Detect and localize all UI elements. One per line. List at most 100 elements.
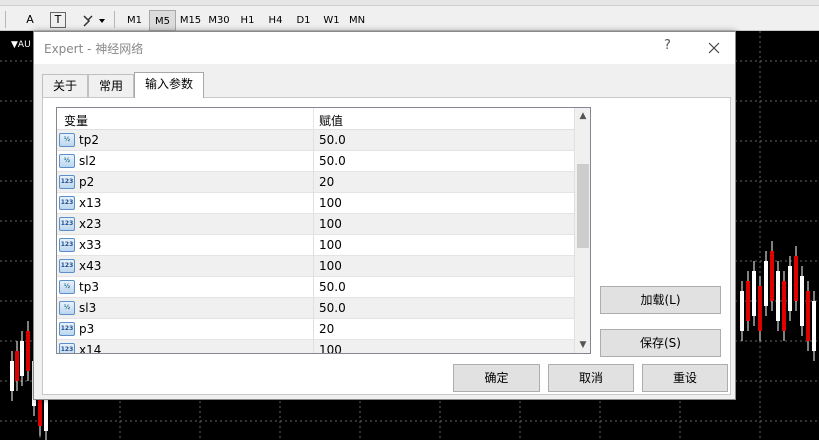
- parameter-value[interactable]: 100: [319, 259, 342, 273]
- candle-body: [752, 271, 756, 316]
- parameter-value[interactable]: 100: [319, 217, 342, 231]
- double-type-icon: ½: [59, 133, 75, 147]
- candle-body: [794, 256, 798, 301]
- table-scrollbar[interactable]: ▲ ▼: [574, 108, 590, 353]
- column-divider: [313, 108, 314, 130]
- timeframe-mn-button[interactable]: MN: [346, 10, 368, 31]
- load-button[interactable]: 加载(L): [600, 286, 721, 314]
- parameter-name: p2: [79, 175, 95, 189]
- candle-body: [806, 291, 810, 341]
- timeframe-w1-button[interactable]: W1: [318, 10, 345, 31]
- table-row[interactable]: ½ sl3 50.0: [57, 298, 574, 319]
- table-row[interactable]: 123 p2 20: [57, 172, 574, 193]
- parameter-value[interactable]: 50.0: [319, 280, 346, 294]
- toolbar-separator: [114, 11, 115, 28]
- int-type-icon: 123: [59, 238, 75, 252]
- int-type-icon: 123: [59, 217, 75, 231]
- int-type-icon: 123: [59, 343, 75, 353]
- candle-body: [770, 251, 774, 301]
- parameter-value[interactable]: 100: [319, 238, 342, 252]
- parameter-value[interactable]: 50.0: [319, 133, 346, 147]
- table-row[interactable]: 123 x43 100: [57, 256, 574, 277]
- candle-body: [15, 351, 19, 381]
- help-button[interactable]: ?: [664, 38, 671, 53]
- column-header-variable[interactable]: 变量: [64, 112, 88, 129]
- parameter-name: x14: [79, 343, 102, 354]
- candle-body: [812, 301, 816, 351]
- parameter-name: tp3: [79, 280, 99, 294]
- column-divider: [313, 130, 314, 151]
- parameter-value[interactable]: 100: [319, 196, 342, 210]
- close-button[interactable]: [702, 36, 726, 60]
- column-divider: [313, 319, 314, 340]
- scroll-down-icon[interactable]: ▼: [575, 337, 590, 353]
- parameter-name: x13: [79, 196, 102, 210]
- ok-button[interactable]: 确定: [453, 364, 540, 392]
- timeframe-m5-button[interactable]: M5: [149, 10, 176, 31]
- column-divider: [313, 298, 314, 319]
- text-tool-button[interactable]: A: [22, 10, 38, 30]
- scrollbar-thumb[interactable]: [577, 164, 589, 248]
- column-divider: [313, 340, 314, 353]
- timeframe-m15-button[interactable]: M15: [177, 10, 204, 31]
- candle-body: [800, 276, 804, 326]
- toolbar-top-strip: [0, 0, 819, 6]
- parameter-name: tp2: [79, 133, 99, 147]
- int-type-icon: 123: [59, 196, 75, 210]
- text-label-tool-button[interactable]: T: [50, 12, 66, 28]
- timeframe-h4-button[interactable]: H4: [262, 10, 289, 31]
- table-row[interactable]: 123 x23 100: [57, 214, 574, 235]
- column-divider: [313, 214, 314, 235]
- timeframe-h1-button[interactable]: H1: [234, 10, 261, 31]
- save-button[interactable]: 保存(S): [600, 329, 721, 357]
- parameter-value[interactable]: 20: [319, 322, 334, 336]
- tab-input-parameters[interactable]: 输入参数: [134, 72, 204, 98]
- parameter-name: x43: [79, 259, 102, 273]
- tab-about[interactable]: 关于: [42, 74, 88, 97]
- arrows-tool-button[interactable]: [80, 10, 108, 30]
- candle-body: [776, 271, 780, 321]
- parameter-name: p3: [79, 322, 95, 336]
- parameter-name: sl2: [79, 154, 97, 168]
- candle-body: [20, 341, 24, 376]
- double-type-icon: ½: [59, 280, 75, 294]
- parameter-name: sl3: [79, 301, 97, 315]
- toolbar-separator: [5, 11, 6, 28]
- table-header: 变量 赋值: [57, 108, 574, 130]
- cancel-button[interactable]: 取消: [548, 364, 634, 392]
- candle-body: [26, 331, 30, 371]
- chart-symbol-label: ▼AU: [11, 40, 31, 50]
- candle-body: [788, 266, 792, 311]
- timeframe-m30-button[interactable]: M30: [205, 10, 233, 31]
- table-row[interactable]: ½ tp3 50.0: [57, 277, 574, 298]
- column-divider: [313, 277, 314, 298]
- parameter-value[interactable]: 20: [319, 175, 334, 189]
- parameters-table: 变量 赋值 ½ tp2 50.0 ½ sl2 50.0 123 p2 20 123 x13 100 12…: [56, 107, 591, 354]
- tab-common[interactable]: 常用: [88, 74, 134, 97]
- candle-body: [740, 291, 744, 331]
- table-row[interactable]: 123 x14 100: [57, 340, 574, 354]
- close-icon: [708, 42, 720, 54]
- int-type-icon: 123: [59, 259, 75, 273]
- candle-body: [758, 286, 762, 331]
- table-row[interactable]: ½ tp2 50.0: [57, 130, 574, 151]
- parameter-value[interactable]: 50.0: [319, 154, 346, 168]
- column-divider: [313, 172, 314, 193]
- table-row[interactable]: 123 p3 20: [57, 319, 574, 340]
- candle-body: [764, 261, 768, 306]
- dialog-title-bar: Expert - 神经网络 ?: [34, 32, 735, 64]
- table-row[interactable]: 123 x33 100: [57, 235, 574, 256]
- parameter-value[interactable]: 100: [319, 343, 342, 353]
- parameter-value[interactable]: 50.0: [319, 301, 346, 315]
- parameter-name: x33: [79, 238, 102, 252]
- scroll-up-icon[interactable]: ▲: [575, 108, 590, 124]
- column-header-value[interactable]: 赋值: [319, 112, 343, 129]
- timeframe-m1-button[interactable]: M1: [121, 10, 148, 31]
- table-row[interactable]: ½ sl2 50.0: [57, 151, 574, 172]
- table-row[interactable]: 123 x13 100: [57, 193, 574, 214]
- column-divider: [313, 235, 314, 256]
- reset-button[interactable]: 重设: [642, 364, 728, 392]
- arrows-dropdown-icon: [83, 15, 105, 27]
- int-type-icon: 123: [59, 175, 75, 189]
- timeframe-d1-button[interactable]: D1: [290, 10, 317, 31]
